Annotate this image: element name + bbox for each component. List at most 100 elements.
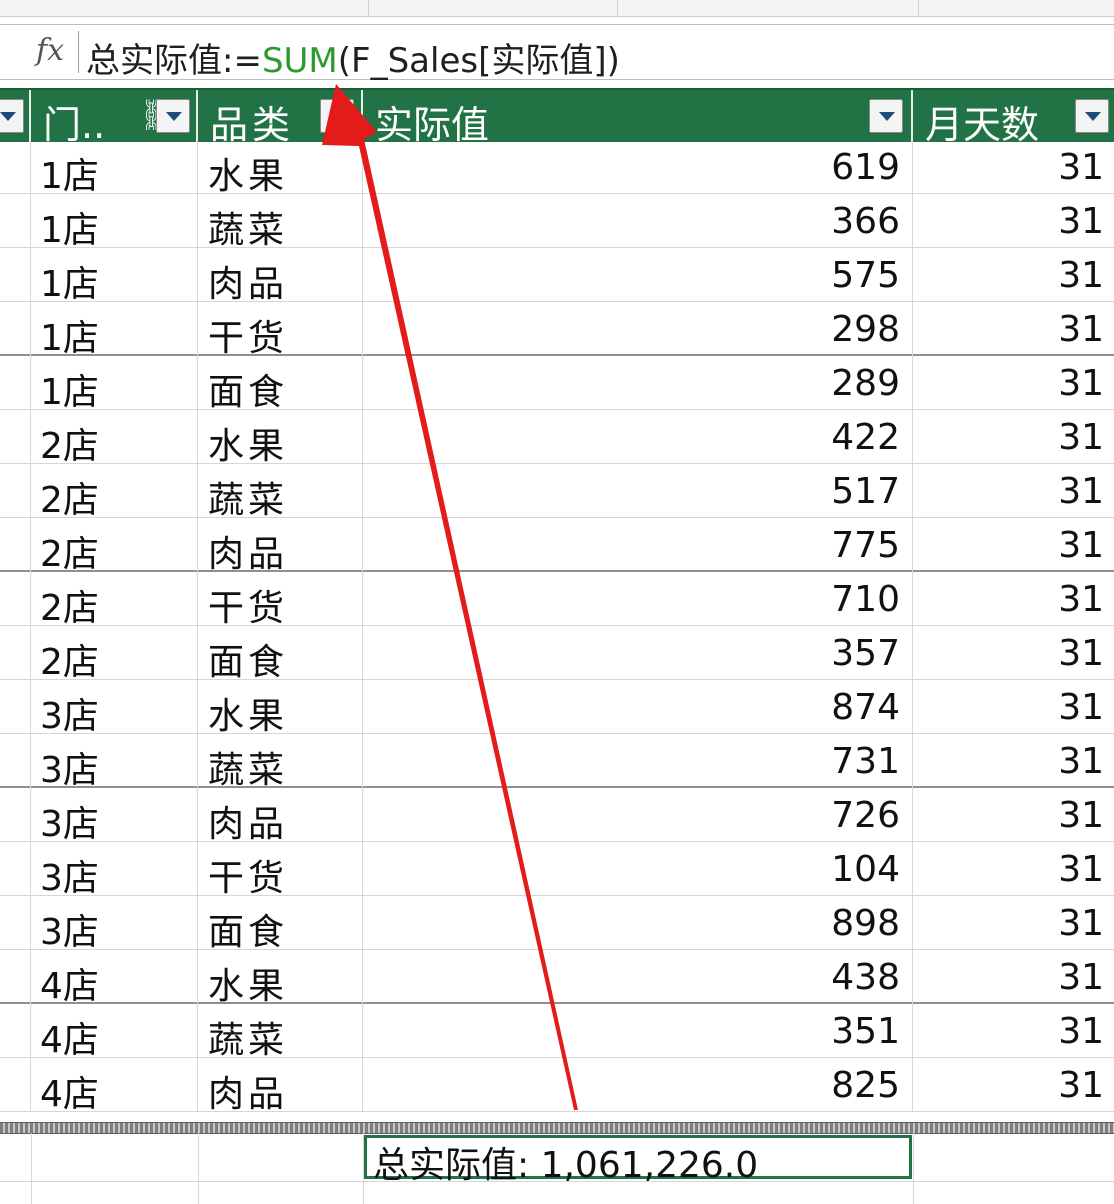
cell-value[interactable]: 351: [363, 1004, 913, 1058]
row-selector[interactable]: [0, 788, 31, 842]
cell-store[interactable]: 4店: [31, 1058, 198, 1115]
cell-category[interactable]: 肉品: [198, 1058, 363, 1115]
cell-store[interactable]: 1店: [31, 140, 198, 197]
header-selector-column[interactable]: [0, 90, 31, 142]
table-row[interactable]: 3店 水果 874 31: [0, 680, 1114, 737]
cell-value[interactable]: 726: [363, 788, 913, 842]
table-row[interactable]: 3店 面食 898 31: [0, 896, 1114, 953]
cell-store[interactable]: 4店: [31, 1004, 198, 1061]
cell-value[interactable]: 825: [363, 1058, 913, 1112]
row-selector[interactable]: [0, 464, 31, 518]
fx-icon[interactable]: fx: [36, 33, 64, 68]
cell-value[interactable]: 366: [363, 194, 913, 248]
cell-store[interactable]: 1店: [31, 356, 198, 413]
cell-value[interactable]: 731: [363, 734, 913, 788]
cell-days[interactable]: 31: [913, 896, 1114, 950]
table-row[interactable]: 2店 蔬菜 517 31: [0, 464, 1114, 521]
cell-category[interactable]: 干货: [198, 302, 363, 359]
row-selector[interactable]: [0, 410, 31, 464]
cell-category[interactable]: 水果: [198, 410, 363, 467]
cell-category[interactable]: 水果: [198, 950, 363, 1007]
cell-days[interactable]: 31: [913, 950, 1114, 1004]
cell-store[interactable]: 2店: [31, 518, 198, 575]
cell-store[interactable]: 1店: [31, 194, 198, 251]
table-row[interactable]: 2店 面食 357 31: [0, 626, 1114, 683]
row-selector[interactable]: [0, 626, 31, 680]
cell-store[interactable]: 2店: [31, 410, 198, 467]
row-selector[interactable]: [0, 356, 31, 410]
cell-category[interactable]: 面食: [198, 896, 363, 953]
row-selector[interactable]: [0, 194, 31, 248]
cell-days[interactable]: 31: [913, 788, 1114, 842]
cell-store[interactable]: 2店: [31, 572, 198, 629]
table-row[interactable]: 1店 面食 289 31: [0, 356, 1114, 413]
row-selector[interactable]: [0, 248, 31, 302]
cell-value[interactable]: 775: [363, 518, 913, 572]
chevron-down-icon[interactable]: [0, 99, 24, 133]
cell-days[interactable]: 31: [913, 842, 1114, 896]
cell-days[interactable]: 31: [913, 1058, 1114, 1112]
cell-store[interactable]: 3店: [31, 896, 198, 953]
table-row[interactable]: 3店 干货 104 31: [0, 842, 1114, 899]
row-selector[interactable]: [0, 842, 31, 896]
table-row[interactable]: 1店 水果 619 31: [0, 140, 1114, 197]
chevron-down-icon[interactable]: [1075, 99, 1109, 133]
row-selector[interactable]: [0, 1058, 31, 1112]
cell-category[interactable]: 蔬菜: [198, 734, 363, 791]
cell-store[interactable]: 3店: [31, 788, 198, 845]
cell-category[interactable]: 干货: [198, 842, 363, 899]
row-selector[interactable]: [0, 518, 31, 572]
cell-days[interactable]: 31: [913, 1004, 1114, 1058]
cell-store[interactable]: 1店: [31, 248, 198, 305]
cell-category[interactable]: 干货: [198, 572, 363, 629]
cell-value[interactable]: 898: [363, 896, 913, 950]
cell-store[interactable]: 2店: [31, 464, 198, 521]
cell-days[interactable]: 31: [913, 356, 1114, 410]
cell-days[interactable]: 31: [913, 626, 1114, 680]
cell-value[interactable]: 298: [363, 302, 913, 356]
cell-category[interactable]: 面食: [198, 626, 363, 683]
header-column-store[interactable]: 门.. ⛓: [31, 90, 198, 147]
cell-value[interactable]: 357: [363, 626, 913, 680]
cell-days[interactable]: 31: [913, 302, 1114, 356]
cell-days[interactable]: 31: [913, 248, 1114, 302]
table-row[interactable]: 4店 肉品 825 31: [0, 1058, 1114, 1115]
cell-category[interactable]: 蔬菜: [198, 464, 363, 521]
header-column-value[interactable]: 实际值: [363, 90, 913, 147]
cell-category[interactable]: 肉品: [198, 518, 363, 575]
cell-store[interactable]: 1店: [31, 302, 198, 359]
formula-input[interactable]: 总实际值:=SUM(F_Sales[实际值]): [86, 33, 620, 82]
row-selector[interactable]: [0, 734, 31, 788]
table-row[interactable]: 2店 干货 710 31: [0, 572, 1114, 629]
cell-value[interactable]: 422: [363, 410, 913, 464]
chevron-down-icon[interactable]: [869, 99, 903, 133]
row-selector[interactable]: [0, 680, 31, 734]
cell-value[interactable]: 517: [363, 464, 913, 518]
cell-value[interactable]: 874: [363, 680, 913, 734]
chevron-down-icon[interactable]: [156, 99, 190, 133]
row-selector[interactable]: [0, 302, 31, 356]
cell-store[interactable]: 4店: [31, 950, 198, 1007]
cell-category[interactable]: 水果: [198, 140, 363, 197]
cell-category[interactable]: 肉品: [198, 248, 363, 305]
row-selector[interactable]: [0, 950, 31, 1004]
table-row[interactable]: 4店 蔬菜 351 31: [0, 1004, 1114, 1061]
measure-cell-total-actual[interactable]: 总实际值: 1,061,226.0: [364, 1135, 912, 1186]
header-column-category[interactable]: 品类: [198, 90, 363, 147]
row-selector[interactable]: [0, 140, 31, 194]
table-row[interactable]: 3店 蔬菜 731 31: [0, 734, 1114, 791]
cell-category[interactable]: 蔬菜: [198, 194, 363, 251]
cell-days[interactable]: 31: [913, 194, 1114, 248]
row-selector[interactable]: [0, 572, 31, 626]
cell-days[interactable]: 31: [913, 464, 1114, 518]
cell-value[interactable]: 104: [363, 842, 913, 896]
table-row[interactable]: 3店 肉品 726 31: [0, 788, 1114, 845]
row-selector[interactable]: [0, 1004, 31, 1058]
cell-days[interactable]: 31: [913, 680, 1114, 734]
cell-days[interactable]: 31: [913, 140, 1114, 194]
cell-value[interactable]: 289: [363, 356, 913, 410]
table-row[interactable]: 2店 水果 422 31: [0, 410, 1114, 467]
table-row[interactable]: 2店 肉品 775 31: [0, 518, 1114, 575]
cell-category[interactable]: 蔬菜: [198, 1004, 363, 1061]
cell-days[interactable]: 31: [913, 734, 1114, 788]
